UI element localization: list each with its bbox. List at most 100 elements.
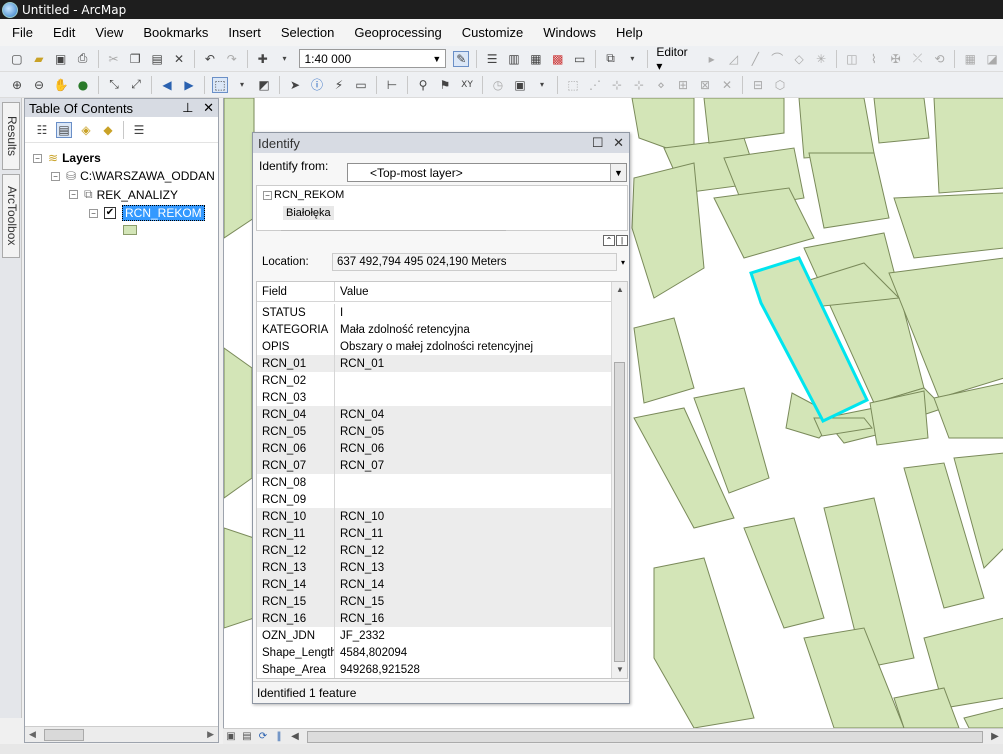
map-polygon[interactable]	[893, 192, 1003, 259]
find-route-icon[interactable]: ⚑	[437, 77, 453, 93]
collapse-up-icon[interactable]: ⌃	[603, 234, 615, 246]
identify-icon[interactable]: ⓘ	[309, 77, 325, 93]
attribute-row[interactable]: RCN_02	[257, 372, 611, 389]
attribute-row[interactable]: RCN_16 RCN_16	[257, 610, 611, 627]
shared-features-icon[interactable]: ⋰	[587, 77, 603, 93]
split-toggle-icon[interactable]: |	[616, 234, 628, 246]
point-icon[interactable]: ✳	[813, 51, 829, 67]
cut-icon[interactable]: ✂	[105, 51, 121, 67]
field-column-header[interactable]: Field	[257, 282, 335, 301]
search-window-icon[interactable]: ▦	[528, 51, 544, 67]
attribute-row[interactable]: RCN_05 RCN_05	[257, 423, 611, 440]
split-icon[interactable]: ⤫	[910, 51, 926, 67]
map-polygon[interactable]	[703, 98, 785, 144]
maximize-icon[interactable]: ☐	[592, 135, 604, 150]
full-extent-icon[interactable]: ●	[75, 77, 91, 93]
refresh-icon[interactable]: ⟳	[255, 731, 271, 742]
map-polygon[interactable]	[743, 517, 825, 629]
clear-selection-icon[interactable]: ◩	[256, 77, 272, 93]
vertices-icon[interactable]: ⋄	[653, 77, 669, 93]
menu-customize[interactable]: Customize	[450, 25, 531, 40]
select-features-icon[interactable]: ⬚	[212, 76, 228, 93]
map-polygon[interactable]	[224, 347, 253, 499]
pin-icon[interactable]: ⊥	[182, 100, 193, 115]
attribute-row[interactable]: RCN_09	[257, 491, 611, 508]
results-tab[interactable]: Results	[2, 102, 20, 170]
tree-node-group[interactable]: − ⧉ REK_ANALIZY	[69, 187, 178, 202]
menu-file[interactable]: File	[0, 25, 41, 40]
tree-node-layer-label[interactable]: RCN_REKOM	[122, 205, 205, 221]
attribute-row[interactable]: RCN_01 RCN_01	[257, 355, 611, 372]
menu-help[interactable]: Help	[604, 25, 651, 40]
attribute-row[interactable]: RCN_04 RCN_04	[257, 406, 611, 423]
grid-vertical-scrollbar[interactable]: ▲ ▼	[611, 282, 627, 678]
time-slider-icon[interactable]: ◷	[490, 77, 506, 93]
edit-vertices-icon[interactable]: ◫	[844, 51, 860, 67]
delete-icon[interactable]: ✕	[171, 51, 187, 67]
collapse-icon[interactable]: −	[33, 153, 42, 163]
attribute-row[interactable]: RCN_10 RCN_10	[257, 508, 611, 525]
attribute-row[interactable]: Shape_Area 949268,921528	[257, 661, 611, 678]
attribute-row[interactable]: RCN_13 RCN_13	[257, 559, 611, 576]
attribute-row[interactable]: RCN_06 RCN_06	[257, 440, 611, 457]
map-horizontal-scrollbar[interactable]	[307, 730, 983, 743]
arctoolbox-icon[interactable]: ▩	[550, 51, 566, 67]
model-builder-icon[interactable]: ⧉	[603, 51, 619, 67]
map-polygon[interactable]	[653, 557, 755, 728]
table-of-contents-icon[interactable]: ☰	[484, 51, 500, 67]
fixed-zoom-out-icon[interactable]: ⤢	[128, 77, 144, 93]
arctoolbox-tab[interactable]: ArcToolbox	[2, 174, 20, 258]
menu-bookmarks[interactable]: Bookmarks	[131, 25, 216, 40]
chevron-down-icon[interactable]: ▾	[234, 77, 250, 93]
go-to-xy-icon[interactable]: XY	[459, 77, 475, 93]
layer-symbol[interactable]	[123, 225, 137, 235]
pause-drawing-icon[interactable]: ‖	[271, 731, 287, 742]
zoom-in-icon[interactable]: ⊕	[9, 77, 25, 93]
edges-icon[interactable]: ⊹	[609, 77, 625, 93]
data-view-icon[interactable]: ▤	[239, 731, 255, 742]
collapse-icon[interactable]: −	[69, 190, 78, 199]
attribute-row[interactable]: KATEGORIA Mała zdolność retencyjna	[257, 321, 611, 338]
back-extent-icon[interactable]: ◀	[159, 77, 175, 93]
print-icon[interactable]: ⎙	[75, 51, 91, 67]
straight-segment-icon[interactable]: ╱	[747, 51, 763, 67]
fixed-zoom-in-icon[interactable]: ⤡	[106, 77, 122, 93]
tree-node-result-feature[interactable]: Białołęka	[283, 206, 334, 220]
validate-icon[interactable]: ⊠	[697, 77, 713, 93]
topology-edit-icon[interactable]: ⬚	[565, 77, 581, 93]
add-data-icon[interactable]: ✚	[255, 51, 271, 67]
measure-icon[interactable]: ⊢	[384, 77, 400, 93]
rotate-icon[interactable]: ⟲	[931, 51, 947, 67]
scroll-down-icon[interactable]: ▼	[612, 662, 627, 678]
close-icon[interactable]: ✕	[613, 135, 624, 150]
reshape-icon[interactable]: ⌇	[866, 51, 882, 67]
error-inspector-icon[interactable]: ⊟	[750, 77, 766, 93]
collapse-icon[interactable]: −	[263, 190, 272, 200]
location-menu-icon[interactable]: ▾	[621, 258, 625, 267]
scroll-left-icon[interactable]: ◀	[287, 731, 303, 742]
map-polygon[interactable]	[631, 162, 705, 299]
topology-options-icon[interactable]: ⬡	[772, 77, 788, 93]
collapse-icon[interactable]: −	[89, 208, 98, 218]
topology-rules-icon[interactable]: ⊞	[675, 77, 691, 93]
menu-selection[interactable]: Selection	[269, 25, 342, 40]
menu-edit[interactable]: Edit	[41, 25, 83, 40]
map-polygon[interactable]	[224, 98, 255, 239]
editor-menu[interactable]: Editor ▾	[652, 45, 700, 73]
list-by-selection-icon[interactable]: ◆	[100, 122, 116, 138]
sketch-properties-icon[interactable]: ◪	[984, 51, 1000, 67]
identify-from-select[interactable]: <Top-most layer> ▼	[347, 163, 627, 182]
attribute-row[interactable]: Shape_Length 4584,802094	[257, 644, 611, 661]
find-icon[interactable]: ⚲	[415, 77, 431, 93]
chevron-down-icon[interactable]: ▾	[277, 51, 293, 67]
pan-icon[interactable]: ✋	[53, 77, 69, 93]
attribute-row[interactable]: RCN_03	[257, 389, 611, 406]
tree-node-layers[interactable]: − ≋ Layers	[33, 151, 101, 165]
map-polygon[interactable]	[933, 98, 1003, 194]
attribute-row[interactable]: OPIS Obszary o małej zdolności retencyjne…	[257, 338, 611, 355]
menu-windows[interactable]: Windows	[531, 25, 604, 40]
select-elements-icon[interactable]: ➤	[287, 77, 303, 93]
scroll-up-icon[interactable]: ▲	[612, 282, 627, 298]
menu-insert[interactable]: Insert	[216, 25, 269, 40]
layout-view-icon[interactable]: ▣	[223, 731, 239, 742]
